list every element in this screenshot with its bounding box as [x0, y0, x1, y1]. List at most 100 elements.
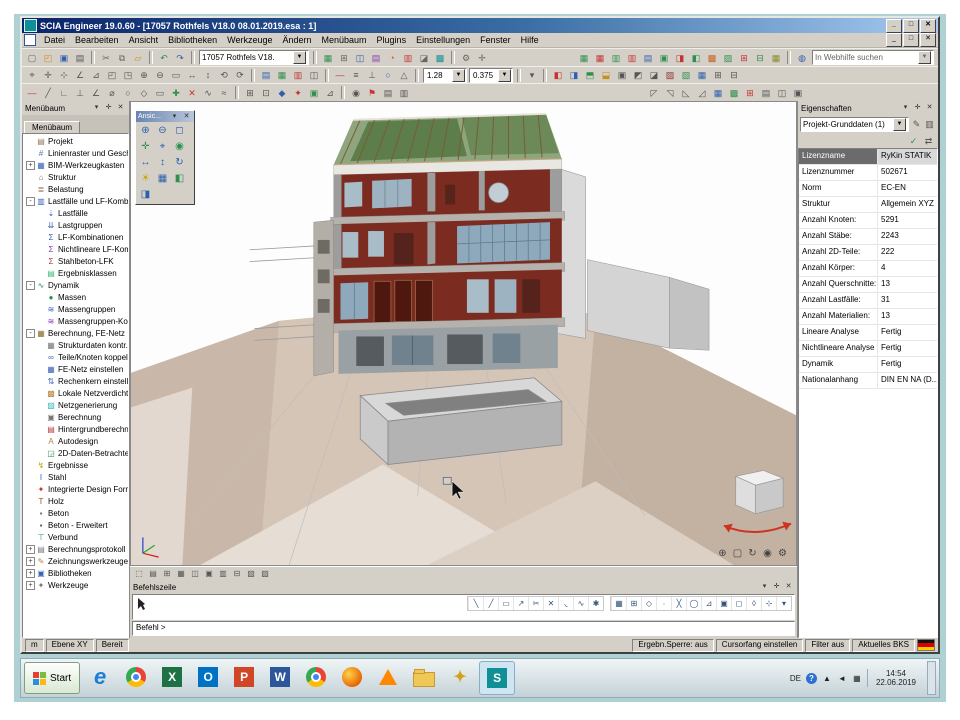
snap-icon[interactable]: ⊿: [701, 597, 716, 610]
expand-plus-icon[interactable]: +: [26, 161, 35, 170]
orbit-icon[interactable]: ↻: [745, 547, 760, 561]
expand-plus-icon[interactable]: +: [26, 557, 35, 566]
property-row[interactable]: DynamikFertig: [799, 357, 937, 373]
toolbar-icon[interactable]: ▥: [396, 86, 412, 100]
palette-icon[interactable]: ↻: [171, 155, 188, 171]
toolbar-icon[interactable]: —: [332, 68, 348, 82]
tree-item-beton[interactable]: ▪Beton: [23, 507, 128, 519]
snap-icon[interactable]: ╳: [671, 597, 686, 610]
property-row[interactable]: Anzahl 2D-Teile:222: [799, 245, 937, 261]
palette-icon[interactable]: ◉: [171, 139, 188, 155]
command-input[interactable]: Befehl >: [132, 621, 795, 636]
palette-icon[interactable]: ⌖: [154, 139, 171, 155]
tree-item-massengruppen-kon-[interactable]: ≋Massengruppen-Kon...: [23, 315, 128, 327]
spinner-icon[interactable]: ▼: [498, 69, 511, 82]
toolbar-icon[interactable]: ▨: [720, 51, 736, 65]
toolbar-icon[interactable]: △: [396, 68, 412, 82]
toolbar-icon[interactable]: ▤: [640, 51, 656, 65]
properties-tool-icon[interactable]: ▥: [923, 118, 936, 131]
panel-button[interactable]: ▾: [900, 103, 911, 113]
panel-button[interactable]: ▾: [169, 112, 180, 122]
toolbar-icon[interactable]: ◳: [120, 68, 136, 82]
toolbar-icon[interactable]: ▨: [662, 68, 678, 82]
redo-icon[interactable]: ↷: [172, 51, 188, 65]
tree-item-stahlbeton-lfk[interactable]: ΣStahlbeton-LFK: [23, 255, 128, 267]
tree-item-autodesign[interactable]: AAutodesign: [23, 435, 128, 447]
tree-item-lastf-lle[interactable]: ⇣Lastfälle: [23, 207, 128, 219]
property-row[interactable]: Lizenznummer502671: [799, 165, 937, 181]
firefox-icon[interactable]: [335, 661, 369, 693]
chrome-icon[interactable]: [119, 661, 153, 693]
toolbar-icon[interactable]: ▭: [152, 86, 168, 100]
expand-plus-icon[interactable]: +: [26, 569, 35, 578]
mdi-control-button[interactable]: ✕: [920, 33, 936, 47]
modify-icon[interactable]: ◟: [558, 597, 573, 610]
tree-item-lastgruppen[interactable]: ⇊Lastgruppen: [23, 219, 128, 231]
tree-item-netzgenerierung[interactable]: ▨Netzgenerierung: [23, 399, 128, 411]
panel-button[interactable]: ✕: [783, 582, 794, 592]
help-tray-icon[interactable]: ?: [806, 673, 817, 684]
toolbar-icon[interactable]: ⊟: [752, 51, 768, 65]
toolbar-icon[interactable]: ▣: [790, 86, 806, 100]
modify-icon[interactable]: ✱: [588, 597, 603, 610]
window-control-button[interactable]: ✕: [920, 19, 936, 33]
toolbar-icon[interactable]: ▦: [694, 68, 710, 82]
properties-combo[interactable]: Projekt-Grunddaten (1) ▼: [800, 117, 909, 132]
palette-icon[interactable]: ⊖: [154, 123, 171, 139]
save-icon[interactable]: ▣: [56, 51, 72, 65]
panel-button[interactable]: ✛: [771, 582, 782, 592]
toolbar-icon[interactable]: ⊹: [56, 68, 72, 82]
center-view-icon[interactable]: ◉: [760, 547, 775, 561]
palette-icon[interactable]: ☀: [137, 171, 154, 187]
view-strip-icon[interactable]: ▦: [174, 568, 188, 580]
toolbar-icon[interactable]: ✦: [290, 86, 306, 100]
snap-icon[interactable]: ⊞: [626, 597, 641, 610]
toolbar-icon[interactable]: ✚: [168, 86, 184, 100]
webhelp-search-input[interactable]: In Webhilfe suchen▼: [812, 50, 934, 65]
toolbar-icon[interactable]: ◰: [104, 68, 120, 82]
tree-item-hintergrundberechn-[interactable]: ▤Hintergrundberechn...: [23, 423, 128, 435]
menu-item-datei[interactable]: Datei: [39, 35, 70, 45]
model-viewport[interactable]: Ansic... ▾✕ ⊕⊖◻✛⌖◉↔↕↻☀▦◧◨ ⊕▢↻◉⚙: [130, 101, 797, 566]
toolbar-icon[interactable]: ∿: [200, 86, 216, 100]
snap-icon[interactable]: ◯: [686, 597, 701, 610]
toolbar-icon[interactable]: ◫: [306, 68, 322, 82]
toolbar-icon[interactable]: ◧: [550, 68, 566, 82]
toolbar-icon[interactable]: ⚑: [364, 86, 380, 100]
modify-icon[interactable]: ↗: [513, 597, 528, 610]
toolbar-icon[interactable]: ⌖: [24, 68, 40, 82]
toolbar-icon[interactable]: ⊥: [72, 86, 88, 100]
properties-action-icon[interactable]: ⇄: [922, 135, 935, 148]
toolbar-icon[interactable]: ⟳: [232, 68, 248, 82]
open-icon[interactable]: ◰: [40, 51, 56, 65]
properties-tool-icon[interactable]: ✎: [910, 118, 923, 131]
status-segment[interactable]: Aktuelles BKS: [852, 639, 915, 652]
modify-icon[interactable]: ╱: [483, 597, 498, 610]
property-row[interactable]: Anzahl Querschnitte:13: [799, 277, 937, 293]
property-row[interactable]: Anzahl Stäbe:2243: [799, 229, 937, 245]
fit-view-icon[interactable]: ▢: [730, 547, 745, 561]
view-strip-icon[interactable]: ▧: [244, 568, 258, 580]
menu-item-bibliotheken[interactable]: Bibliotheken: [163, 35, 222, 45]
palette-icon[interactable]: ↕: [154, 155, 171, 171]
toolbar-icon[interactable]: ⊞: [242, 86, 258, 100]
expand-plus-icon[interactable]: +: [26, 581, 35, 590]
toolbar-icon[interactable]: ◨: [566, 68, 582, 82]
views-icon[interactable]: ◫: [352, 51, 368, 65]
menu-item-fenster[interactable]: Fenster: [475, 35, 516, 45]
toolbar-icon[interactable]: ▣: [306, 86, 322, 100]
chrome-icon[interactable]: [299, 661, 333, 693]
cut-icon[interactable]: ✂: [98, 51, 114, 65]
toolbar-icon[interactable]: ⊿: [88, 68, 104, 82]
tree-item-lastf-lle-und-lf-kombin-[interactable]: -▥Lastfälle und LF-Kombin...: [23, 195, 128, 207]
property-row[interactable]: Anzahl Knoten:5291: [799, 213, 937, 229]
toolbar-icon[interactable]: ▣: [656, 51, 672, 65]
tree-item-stahl[interactable]: IStahl: [23, 471, 128, 483]
toolbar-icon[interactable]: ◨: [672, 51, 688, 65]
undo-icon[interactable]: ↶: [156, 51, 172, 65]
mdi-control-button[interactable]: □: [903, 33, 919, 47]
toolbar-icon[interactable]: ◩: [630, 68, 646, 82]
property-grid[interactable]: LizenznameRyKin STATIKLizenznummer502671…: [798, 148, 938, 638]
snap-icon[interactable]: ▣: [716, 597, 731, 610]
menu-item--ndern[interactable]: Ändern: [277, 35, 316, 45]
